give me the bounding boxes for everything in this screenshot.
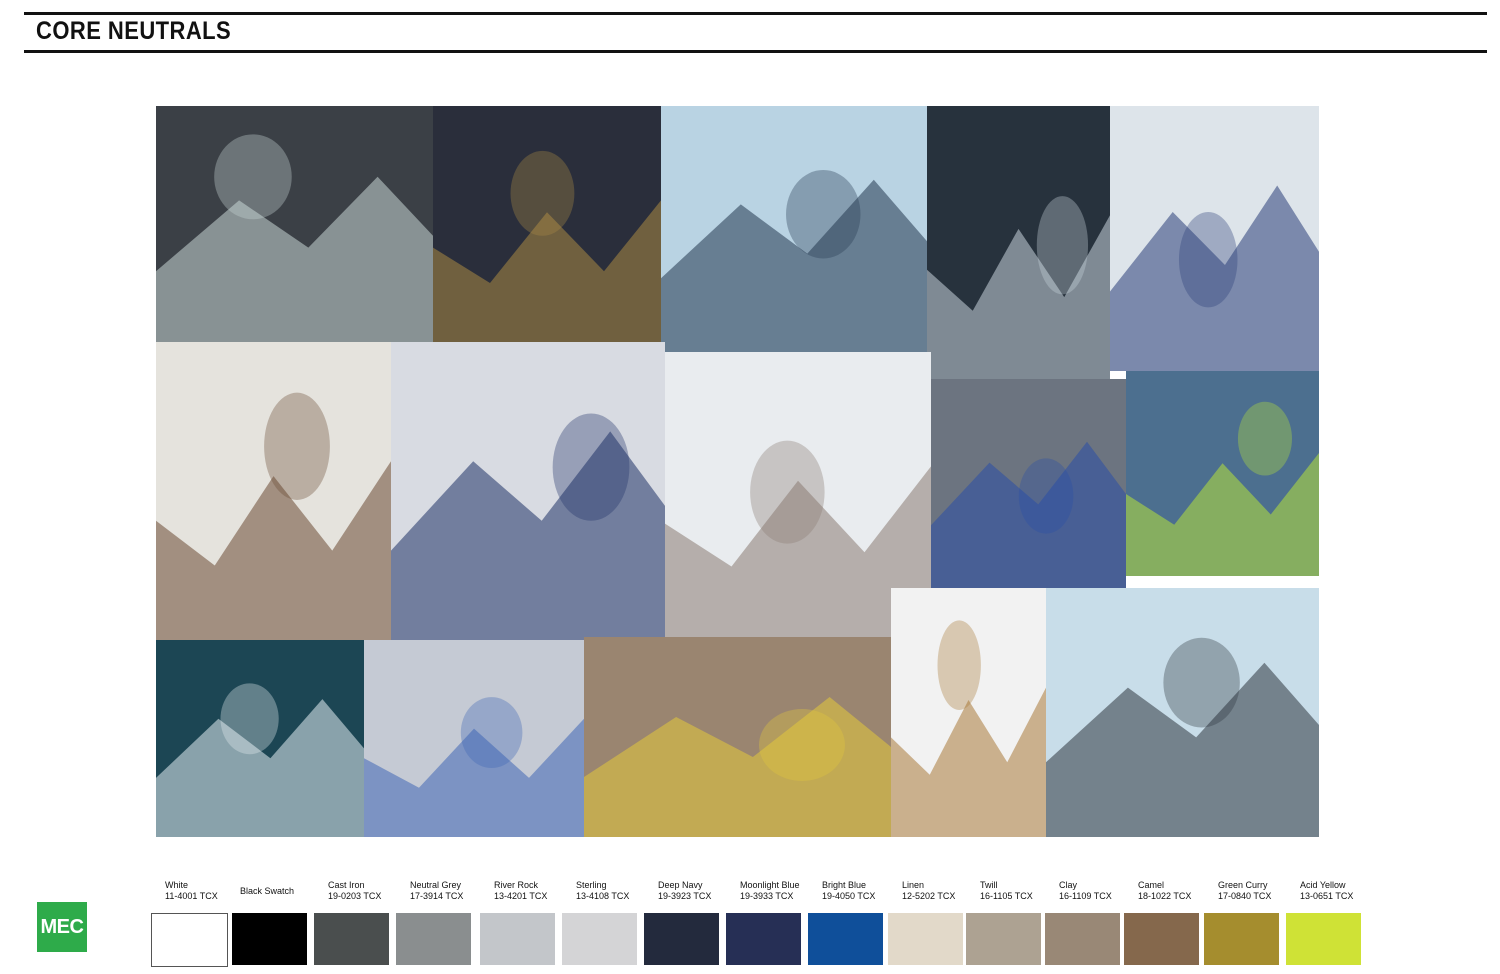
- vintage-suv-with-dog-photo: [156, 342, 391, 640]
- mec-logo: MEC: [37, 902, 87, 952]
- swatch-label: River Rock 13-4201 TCX: [494, 880, 584, 902]
- swatch-code: 16-1109 TCX: [1059, 891, 1112, 901]
- header-bottom-rule: [24, 50, 1487, 53]
- expedition-climbers-photo: [1110, 106, 1319, 371]
- swatch-label: Black Swatch: [240, 886, 330, 897]
- frozen-lake-bubbles-photo: [927, 106, 1110, 379]
- swatch-label: Twill 16-1105 TCX: [980, 880, 1070, 902]
- swatch-chip: [1286, 913, 1361, 965]
- swatch-name: Black Swatch: [240, 886, 295, 896]
- swatch-chip: [726, 913, 801, 965]
- swatch-chip: [314, 913, 389, 965]
- swatch-code: 17-0840 TCX: [1218, 891, 1272, 901]
- swatch-name: River Rock: [494, 880, 539, 890]
- swatch-code: 19-3933 TCX: [740, 891, 794, 901]
- swatch-chip: [966, 913, 1041, 965]
- page-title: CORE NEUTRALS: [36, 17, 232, 45]
- swatch-code: 13-4108 TCX: [576, 891, 630, 901]
- terrazzo-texture-photo: [931, 379, 1126, 588]
- swatch-name: Clay: [1059, 880, 1078, 890]
- man-in-quilted-vest-photo: [891, 588, 1046, 837]
- swatch-name: Green Curry: [1218, 880, 1268, 890]
- swatch-label: Camel 18-1022 TCX: [1138, 880, 1228, 902]
- ice-climber-photo: [1046, 588, 1319, 837]
- skier-in-snowstorm-photo: [661, 106, 927, 352]
- swatch-label: Linen 12-5202 TCX: [902, 880, 992, 902]
- yellow-land-rover-photo: [584, 637, 891, 837]
- swatch-label: Bright Blue 19-4050 TCX: [822, 880, 912, 902]
- swatch-code: 12-5202 TCX: [902, 891, 956, 901]
- alpine-ridge-climber-photo: [1126, 371, 1319, 576]
- mountaineers-on-slope-photo: [391, 342, 665, 640]
- swatch-label: Moonlight Blue 19-3933 TCX: [740, 880, 830, 902]
- swatch-name: Twill: [980, 880, 998, 890]
- swatch-chip: [151, 913, 228, 967]
- header-top-rule: [24, 12, 1487, 15]
- swatch-label: Acid Yellow 13-0651 TCX: [1300, 880, 1390, 902]
- basalt-sea-cliff-photo: [156, 106, 433, 342]
- swatch-chip: [1124, 913, 1199, 965]
- swatch-code: 19-3923 TCX: [658, 891, 712, 901]
- swatch-chip: [1045, 913, 1120, 965]
- printed-jacket-photo: [433, 106, 661, 342]
- swatch-chip: [808, 913, 883, 965]
- swatch-name: Linen: [902, 880, 925, 890]
- swatch-name: Bright Blue: [822, 880, 867, 890]
- swatch-chip: [644, 913, 719, 965]
- swatch-name: Cast Iron: [328, 880, 365, 890]
- swatch-label: Neutral Grey 17-3914 TCX: [410, 880, 500, 902]
- swatch-chip: [888, 913, 963, 965]
- swatch-code: 16-1105 TCX: [980, 891, 1033, 901]
- swatch-code: 19-0203 TCX: [328, 891, 382, 901]
- swatch-chip: [480, 913, 555, 965]
- swatch-name: Camel: [1138, 880, 1165, 890]
- swatch-label: Clay 16-1109 TCX: [1059, 880, 1149, 902]
- swatch-chip: [396, 913, 471, 965]
- swatch-name: Acid Yellow: [1300, 880, 1346, 890]
- swatch-chip: [562, 913, 637, 965]
- swatch-label: Deep Navy 19-3923 TCX: [658, 880, 748, 902]
- swatch-chip: [1204, 913, 1279, 965]
- ice-bubbles-closeup-photo: [156, 640, 364, 837]
- swatch-label: Green Curry 17-0840 TCX: [1218, 880, 1308, 902]
- abstract-paper-collage-photo: [364, 640, 584, 837]
- swatch-chip: [232, 913, 307, 965]
- swatch-label: Cast Iron 19-0203 TCX: [328, 880, 418, 902]
- swatch-name: Deep Navy: [658, 880, 703, 890]
- moodboard-collage: [156, 106, 1319, 837]
- swatch-code: 17-3914 TCX: [410, 891, 464, 901]
- swatch-label: Sterling 13-4108 TCX: [576, 880, 666, 902]
- swatch-code: 13-0651 TCX: [1300, 891, 1354, 901]
- swatch-code: 19-4050 TCX: [822, 891, 876, 901]
- swatch-code: 18-1022 TCX: [1138, 891, 1192, 901]
- swatch-name: Moonlight Blue: [740, 880, 800, 890]
- swatch-name: Sterling: [576, 880, 607, 890]
- swatch-code: 13-4201 TCX: [494, 891, 548, 901]
- swatch-name: Neutral Grey: [410, 880, 462, 890]
